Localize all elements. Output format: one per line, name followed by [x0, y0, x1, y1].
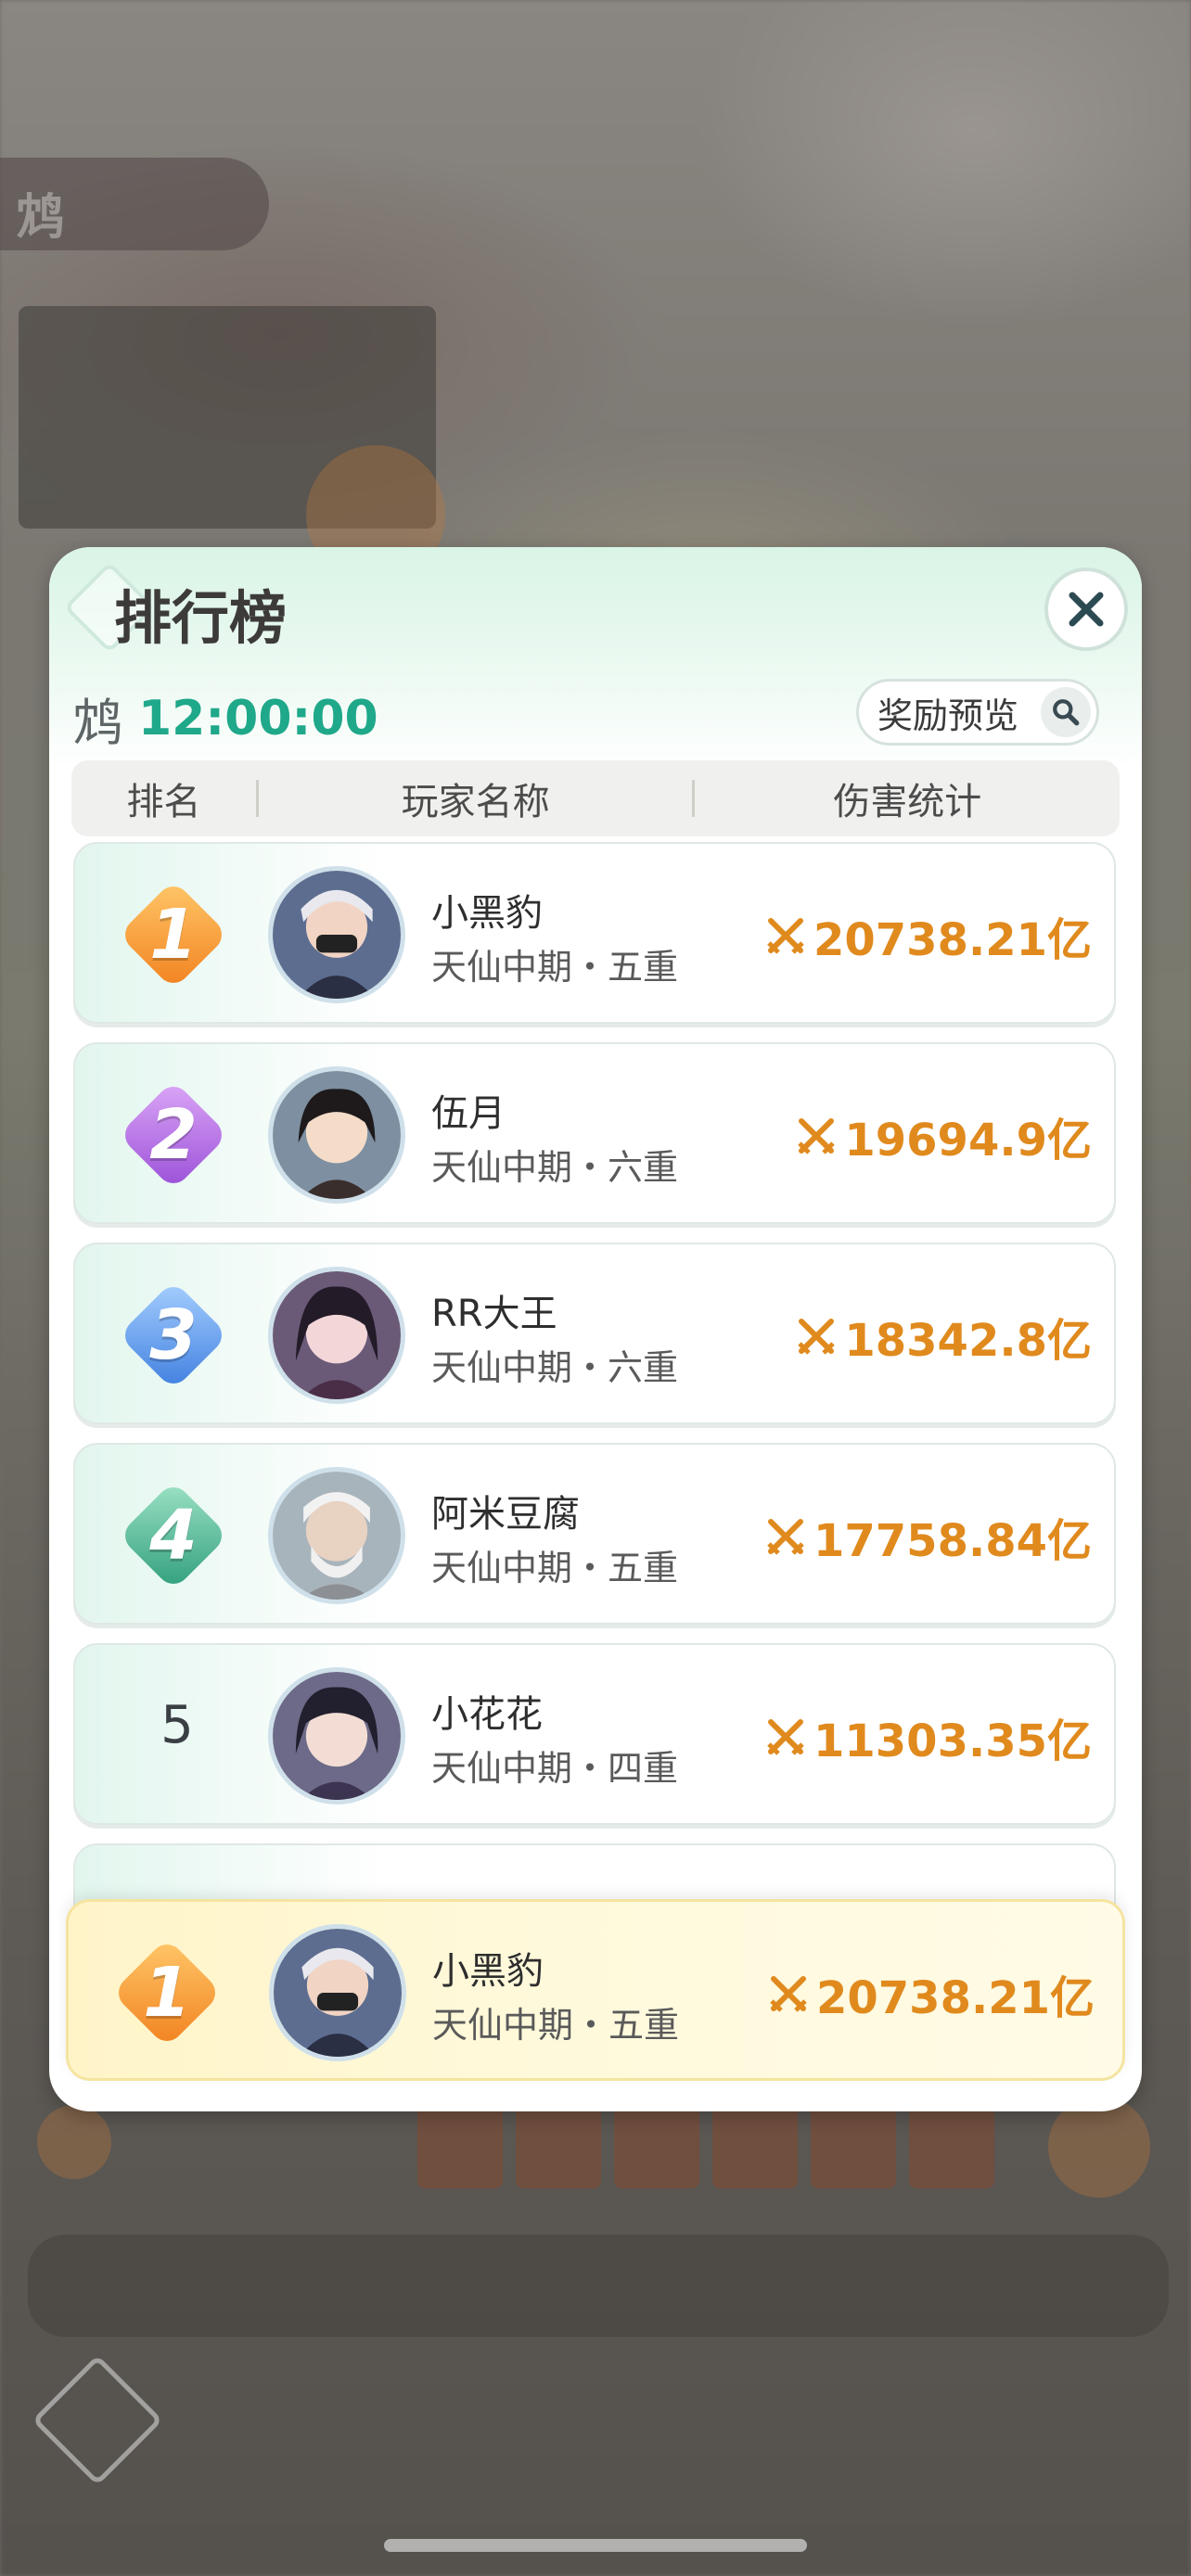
- rank-badge-purple: 2: [118, 1079, 229, 1191]
- column-damage: 伤害统计: [833, 781, 982, 823]
- avatar[interactable]: [268, 1066, 405, 1204]
- ranking-list[interactable]: 1 小黑豹 天仙中期・五重 20738.21亿 2 伍月 天仙中期・六重 196…: [73, 842, 1118, 1992]
- rank-badge-gold: 1: [111, 1937, 223, 2048]
- player-name: 小黑豹: [431, 892, 543, 935]
- my-rank-row: 1 小黑豹 天仙中期・五重 20738.21亿: [66, 1899, 1125, 2081]
- avatar[interactable]: [268, 1667, 405, 1804]
- damage-value: 20738.21亿: [768, 1961, 1095, 2026]
- avatar[interactable]: [268, 1267, 405, 1404]
- reward-preview-label: 奖励预览: [877, 695, 1019, 736]
- damage-value: 20738.21亿: [765, 903, 1092, 968]
- ranking-row[interactable]: 3 RR大王 天仙中期・六重 18342.8亿: [73, 1243, 1116, 1424]
- crossed-swords-icon: [767, 918, 804, 954]
- countdown-label: 鸩: [73, 694, 123, 752]
- background-item-row: [417, 2105, 994, 2188]
- crossed-swords-icon: [798, 1319, 836, 1355]
- player-realm: 天仙中期・六重: [431, 1347, 679, 1388]
- close-button[interactable]: [1044, 567, 1128, 651]
- player-name: 伍月: [431, 1092, 506, 1135]
- avatar[interactable]: [269, 1924, 406, 2061]
- crossed-swords-icon: [767, 1719, 804, 1755]
- rank-badge-blue: 3: [118, 1280, 229, 1391]
- crossed-swords-icon: [770, 1976, 807, 2012]
- ranking-row[interactable]: 2 伍月 天仙中期・六重 19694.9亿: [73, 1042, 1116, 1224]
- leaderboard-modal: 排行榜 鸩 12:00:00 奖励预览 排名 玩家名称 伤害统计 1 小黑豹 天…: [49, 547, 1142, 2111]
- crossed-swords-icon: [798, 1118, 836, 1154]
- background-chat-strip: [28, 2235, 1169, 2337]
- player-realm: 天仙中期・六重: [431, 1147, 679, 1188]
- damage-value: 17758.84亿: [765, 1504, 1092, 1569]
- player-name: RR大王: [431, 1293, 557, 1335]
- damage-value: 11303.35亿: [765, 1704, 1092, 1769]
- player-realm: 天仙中期・五重: [431, 1548, 679, 1588]
- ranking-row[interactable]: 5 小花花 天仙中期・四重 11303.35亿: [73, 1643, 1116, 1825]
- modal-title: 排行榜: [114, 584, 288, 652]
- player-realm: 天仙中期・五重: [432, 2005, 680, 2046]
- player-realm: 天仙中期・四重: [431, 1748, 679, 1789]
- countdown-time: 12:00:00: [138, 690, 378, 746]
- rank-badge-gold: 1: [118, 879, 229, 990]
- damage-value: 18342.8亿: [796, 1304, 1092, 1369]
- ranking-row[interactable]: 1 小黑豹 天仙中期・五重 20738.21亿: [73, 842, 1116, 1024]
- ranking-row[interactable]: 4 阿米豆腐 天仙中期・五重 17758.84亿: [73, 1443, 1116, 1625]
- avatar[interactable]: [268, 866, 405, 1003]
- player-name: 小花花: [431, 1693, 543, 1736]
- background-circle: [37, 2105, 111, 2179]
- player-name: 小黑豹: [432, 1950, 544, 1993]
- player-name: 阿米豆腐: [431, 1493, 580, 1536]
- column-rank: 排名: [126, 781, 201, 823]
- search-icon: [1041, 687, 1091, 737]
- close-icon: [1069, 592, 1104, 627]
- damage-value: 19694.9亿: [796, 1103, 1092, 1168]
- background-tab: 鸩: [0, 158, 269, 250]
- countdown: 鸩 12:00:00: [73, 682, 378, 755]
- home-indicator[interactable]: [384, 2539, 807, 2552]
- player-realm: 天仙中期・五重: [431, 947, 679, 988]
- column-header: 排名 玩家名称 伤害统计: [71, 760, 1120, 836]
- reward-preview-button[interactable]: 奖励预览: [856, 679, 1099, 746]
- column-player-name: 玩家名称: [401, 781, 550, 823]
- rank-badge-green: 4: [118, 1480, 229, 1591]
- rank-number: 5: [160, 1695, 194, 1755]
- crossed-swords-icon: [767, 1519, 804, 1555]
- avatar[interactable]: [268, 1467, 405, 1604]
